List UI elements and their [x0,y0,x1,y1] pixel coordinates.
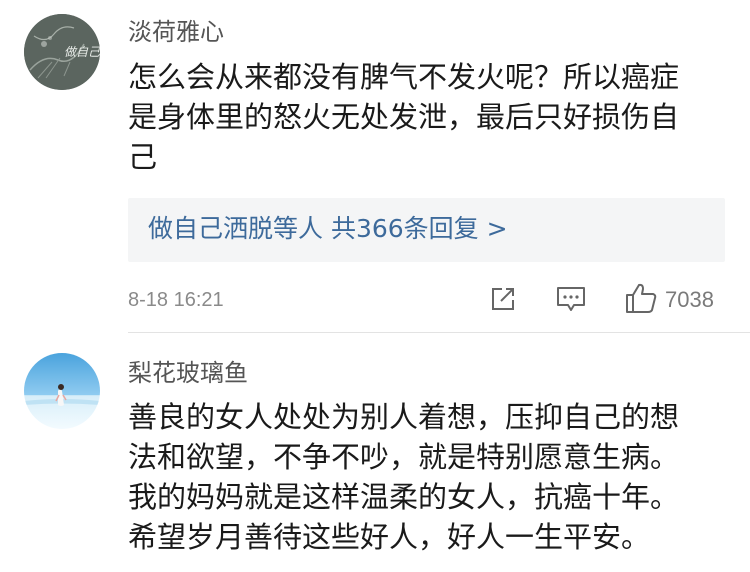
like-button[interactable] [624,281,658,313]
comment-button[interactable] [555,284,587,316]
comment-text-line: 希望岁月善待这些好人，好人一生平安。 [128,520,651,554]
comment-icon [557,287,585,311]
comment-timestamp: 8-18 16:21 [128,289,224,311]
comment-username[interactable]: 梨花玻璃鱼 [128,357,248,389]
svg-text:做自己: 做自己 [64,45,100,59]
view-replies-button[interactable]: 做自己洒脱等人 共366条回复 > [128,198,725,262]
comment-text-line: 法和欲望，不争不吵，就是特别愿意生病。 [128,440,680,474]
thumbs-up-icon [626,283,657,313]
comment-text-line: 我的妈妈就是这样温柔的女人，抗癌十年。 [128,480,680,514]
comment-text: 善良的女人处处为别人着想，压抑自己的想 法和欲望，不争不吵，就是特别愿意生病。 … [128,397,728,557]
comment-item: 梨花玻璃鱼 善良的女人处处为别人着想，压抑自己的想 法和欲望，不争不吵，就是特别… [0,333,750,572]
comment-text-line: 怎么会从来都没有脾气不发火呢？所以癌症 [128,60,680,94]
share-button[interactable] [488,284,518,316]
comment-item: 做自己 淡荷雅心 怎么会从来都没有脾气不发火呢？所以癌症 是身体里的怒火无处发泄… [0,0,750,333]
share-icon [492,288,514,310]
comment-text-line: 善良的女人处处为别人着想，压抑自己的想 [128,400,680,434]
comment-text-line: 己 [128,140,158,174]
beach-photo-avatar-icon [24,353,100,429]
avatar[interactable]: 做自己 [24,14,100,90]
comment-username[interactable]: 淡荷雅心 [128,16,224,48]
comment-text-line: 是身体里的怒火无处发泄，最后只好损伤自 [128,100,680,134]
avatar[interactable] [24,353,100,429]
like-count: 7038 [665,287,714,312]
ink-painting-avatar-icon: 做自己 [24,14,100,90]
replies-label: 做自己洒脱等人 共366条回复 > [148,214,508,243]
comment-text: 怎么会从来都没有脾气不发火呢？所以癌症 是身体里的怒火无处发泄，最后只好损伤自 … [128,57,728,177]
